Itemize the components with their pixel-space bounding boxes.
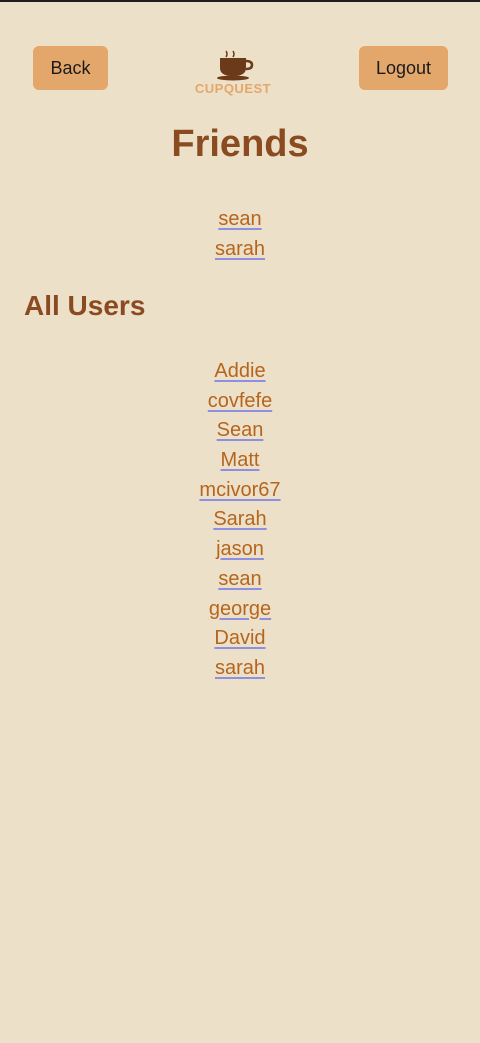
list-item: Addie — [0, 357, 480, 387]
list-item: sean — [0, 205, 480, 235]
all-users-heading: All Users — [24, 290, 146, 321]
back-button[interactable]: Back — [33, 46, 108, 90]
friends-list: sean sarah — [0, 205, 480, 264]
cupquest-logo[interactable]: CUPQUEST — [188, 48, 278, 98]
list-item: Sean — [0, 416, 480, 446]
page-title: Friends — [171, 123, 309, 165]
logout-button[interactable]: Logout — [359, 46, 448, 90]
list-item: sarah — [0, 235, 480, 265]
list-item: george — [0, 595, 480, 625]
list-item: sarah — [0, 654, 480, 684]
friend-link[interactable]: sarah — [215, 238, 265, 260]
user-link[interactable]: jason — [216, 538, 264, 560]
user-link[interactable]: Addie — [214, 360, 265, 382]
list-item: sean — [0, 565, 480, 595]
user-link[interactable]: covfefe — [208, 390, 272, 412]
logo-wordmark: CUPQUEST — [195, 81, 271, 96]
user-link[interactable]: sarah — [215, 657, 265, 679]
user-link[interactable]: george — [209, 598, 271, 620]
list-item: covfefe — [0, 387, 480, 417]
user-link[interactable]: Matt — [221, 449, 260, 471]
friend-link[interactable]: sean — [218, 208, 261, 230]
user-link[interactable]: mcivor67 — [199, 479, 280, 501]
user-link[interactable]: David — [214, 627, 265, 649]
list-item: jason — [0, 535, 480, 565]
user-link[interactable]: sean — [218, 568, 261, 590]
list-item: mcivor67 — [0, 476, 480, 506]
list-item: Matt — [0, 446, 480, 476]
list-item: David — [0, 624, 480, 654]
user-link[interactable]: Sarah — [213, 508, 266, 530]
top-border — [0, 0, 480, 2]
coffee-cup-icon — [217, 50, 254, 81]
all-users-list: Addie covfefe Sean Matt mcivor67 Sarah j… — [0, 357, 480, 684]
list-item: Sarah — [0, 505, 480, 535]
user-link[interactable]: Sean — [217, 419, 264, 441]
